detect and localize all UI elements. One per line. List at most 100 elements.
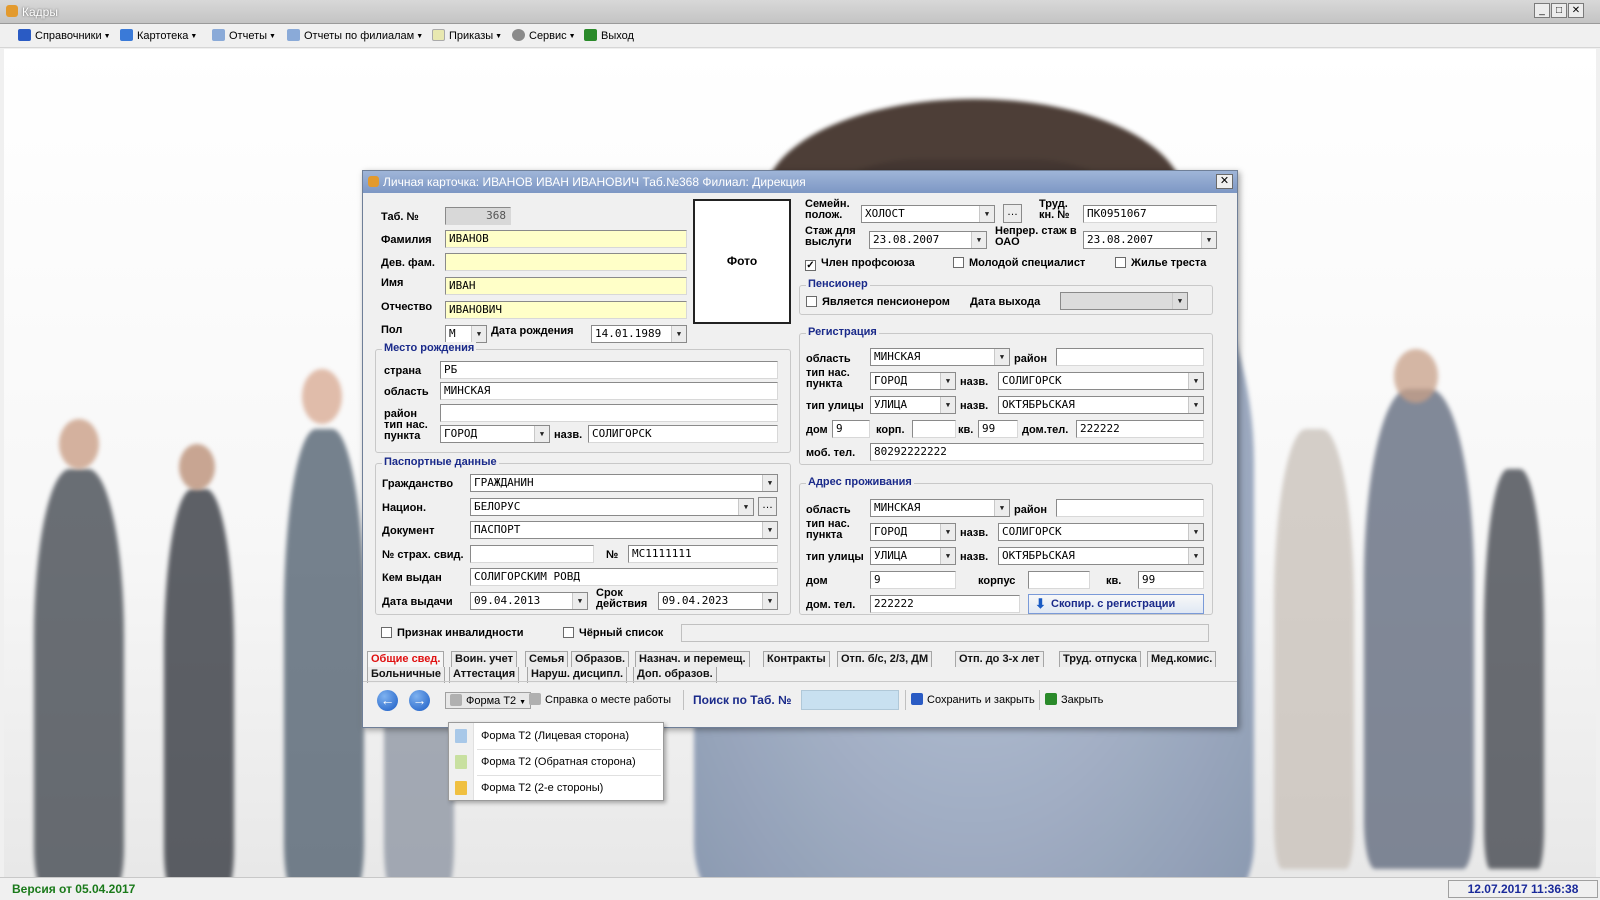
reg-settle-type-select[interactable]: ГОРОД ▼ [870,372,956,390]
menu-branch-reports[interactable]: Отчеты по филиалам ▼ [287,28,423,45]
res-region-select[interactable]: МИНСКАЯ ▼ [870,499,1010,517]
res-district-field[interactable] [1056,499,1204,517]
save-and-close-button[interactable]: Сохранить и закрыть [911,692,1035,709]
issued-by-field[interactable]: СОЛИГОРСКИМ РОВД [470,568,778,586]
residence-group: Адрес проживания область МИНСКАЯ ▼ район … [799,476,1213,615]
tab-family[interactable]: Семья [525,651,569,667]
work-certificate-button[interactable]: Справка о месте работы [529,692,671,709]
reg-street-type-value: УЛИЦА [874,398,908,411]
continuous-date-picker[interactable]: 23.08.2007 ▼ [1083,231,1217,249]
nation-select[interactable]: БЕЛОРУС ▼ [470,498,754,516]
issue-date-label: Дата выдачи [382,596,453,608]
bp-country-field[interactable]: РБ [440,361,778,379]
blacklist-reason-field[interactable] [681,624,1209,642]
birthdate-picker[interactable]: 14.01.1989 ▼ [591,325,687,343]
res-building-field[interactable] [1028,571,1090,589]
menu-reports[interactable]: Отчеты ▼ [212,28,276,45]
reg-house-field[interactable]: 9 [832,420,870,438]
chevron-down-icon: ▼ [471,326,486,342]
tab-childcare-leave[interactable]: Отп. до 3-х лет [955,651,1044,667]
valid-until-picker[interactable]: 09.04.2023 ▼ [658,592,778,610]
menu-orders[interactable]: Приказы ▼ [432,28,502,45]
workbook-field[interactable]: ПК0951067 [1083,205,1217,223]
res-settle-type-select[interactable]: ГОРОД ▼ [870,523,956,541]
menu-item-form-t2-back[interactable]: Форма Т2 (Обратная сторона) [449,749,663,775]
surname-label: Фамилия [381,234,432,246]
menu-item-form-t2-front[interactable]: Форма Т2 (Лицевая сторона) [449,723,663,749]
res-flat-field[interactable]: 99 [1138,571,1204,589]
patronymic-field[interactable]: ИВАНОВИЧ [445,301,687,319]
checkbox-box [381,627,392,638]
bp-settle-type-select[interactable]: ГОРОД ▼ [440,425,550,443]
pensioner-checkbox[interactable]: Является пенсионером [806,296,950,309]
reg-street-type-select[interactable]: УЛИЦА ▼ [870,396,956,414]
dialog-close-button[interactable]: ✕ [1216,174,1233,189]
reg-region-select[interactable]: МИНСКАЯ ▼ [870,348,1010,366]
passport-number-field[interactable]: МС1111111 [628,545,778,563]
citizenship-select[interactable]: ГРАЖДАНИН ▼ [470,474,778,492]
disability-checkbox[interactable]: Признак инвалидности [381,627,524,640]
res-street-type-select[interactable]: УЛИЦА ▼ [870,547,956,565]
tab-labor-leave[interactable]: Труд. отпуска [1059,651,1141,667]
tab-appointments[interactable]: Назнач. и перемещ. [635,651,750,667]
reg-building-field[interactable] [912,420,956,438]
blacklist-checkbox[interactable]: Чёрный список [563,627,663,640]
name-field[interactable]: ИВАН [445,277,687,295]
reg-street-name-select[interactable]: ОКТЯБРЬСКАЯ ▼ [998,396,1204,414]
reg-flat-field[interactable]: 99 [978,420,1018,438]
forward-arrow-icon[interactable]: → [409,690,430,711]
young-specialist-checkbox[interactable]: Молодой специалист [953,257,1085,270]
menu-references[interactable]: Справочники ▼ [18,28,111,45]
minimize-button[interactable]: _ [1534,3,1550,18]
housing-checkbox[interactable]: Жилье треста [1115,257,1206,270]
copy-from-registration-button[interactable]: ⬇ Скопир. с регистрации [1028,594,1204,614]
maximize-button[interactable]: □ [1551,3,1567,18]
close-button[interactable]: Закрыть [1045,692,1103,709]
marital-ellipsis-button[interactable]: … [1003,204,1022,223]
marital-status-select[interactable]: ХОЛОСТ ▼ [861,205,995,223]
nation-ellipsis-button[interactable]: … [758,497,777,516]
chevron-down-icon: ▼ [994,500,1009,516]
reg-home-phone-field[interactable]: 222222 [1076,420,1204,438]
sex-select[interactable]: М ▼ [445,325,487,343]
registration-title: Регистрация [806,326,879,338]
person-figure [284,429,364,877]
insurance-field[interactable] [470,545,594,563]
issue-date-picker[interactable]: 09.04.2013 ▼ [470,592,588,610]
reg-settle-name-select[interactable]: СОЛИГОРСК ▼ [998,372,1204,390]
tab-unpaid-leave[interactable]: Отп. б/с, 2/3, ДМ [837,651,933,667]
reg-mobile-field[interactable]: 80292222222 [870,443,1204,461]
housing-label: Жилье треста [1131,257,1207,269]
tab-contracts[interactable]: Контракты [763,651,830,667]
maiden-name-field[interactable] [445,253,687,271]
tab-medical[interactable]: Мед.комис. [1147,651,1217,667]
tab-number-field[interactable]: 368 [445,207,511,225]
menu-exit[interactable]: Выход [584,28,634,45]
res-house-field[interactable]: 9 [870,571,956,589]
photo-box[interactable]: Фото [693,199,791,324]
form-t2-dropdown-button[interactable]: Форма Т2 ▼ [445,692,532,709]
issued-by-label: Кем выдан [382,572,442,584]
menu-cards[interactable]: Картотека ▼ [120,28,197,45]
seniority-date-picker[interactable]: 23.08.2007 ▼ [869,231,987,249]
res-home-phone-field[interactable]: 222222 [870,595,1020,613]
search-tab-number-input[interactable] [801,690,899,710]
document-select[interactable]: ПАСПОРТ ▼ [470,521,778,539]
res-region-value: МИНСКАЯ [874,501,921,514]
bp-region-field[interactable]: МИНСКАЯ [440,382,778,400]
pension-exit-date-picker[interactable]: ▼ [1060,292,1188,310]
close-window-button[interactable]: ✕ [1568,3,1584,18]
menu-service[interactable]: Сервис ▼ [512,28,576,45]
bp-settle-name-field[interactable]: СОЛИГОРСК [588,425,778,443]
bp-district-field[interactable] [440,404,778,422]
surname-field[interactable]: ИВАНОВ [445,230,687,248]
res-settle-name-select[interactable]: СОЛИГОРСК ▼ [998,523,1204,541]
reg-district-field[interactable] [1056,348,1204,366]
res-street-name-select[interactable]: ОКТЯБРЬСКАЯ ▼ [998,547,1204,565]
back-arrow-icon[interactable]: ← [377,690,398,711]
tab-general[interactable]: Общие свед. [367,651,445,667]
tab-military[interactable]: Воин. учет [451,651,518,667]
union-checkbox[interactable]: ✓ Член профсоюза [805,257,915,271]
menu-item-form-t2-both[interactable]: Форма Т2 (2-е стороны) [449,775,663,801]
tab-education[interactable]: Образов. [571,651,630,667]
